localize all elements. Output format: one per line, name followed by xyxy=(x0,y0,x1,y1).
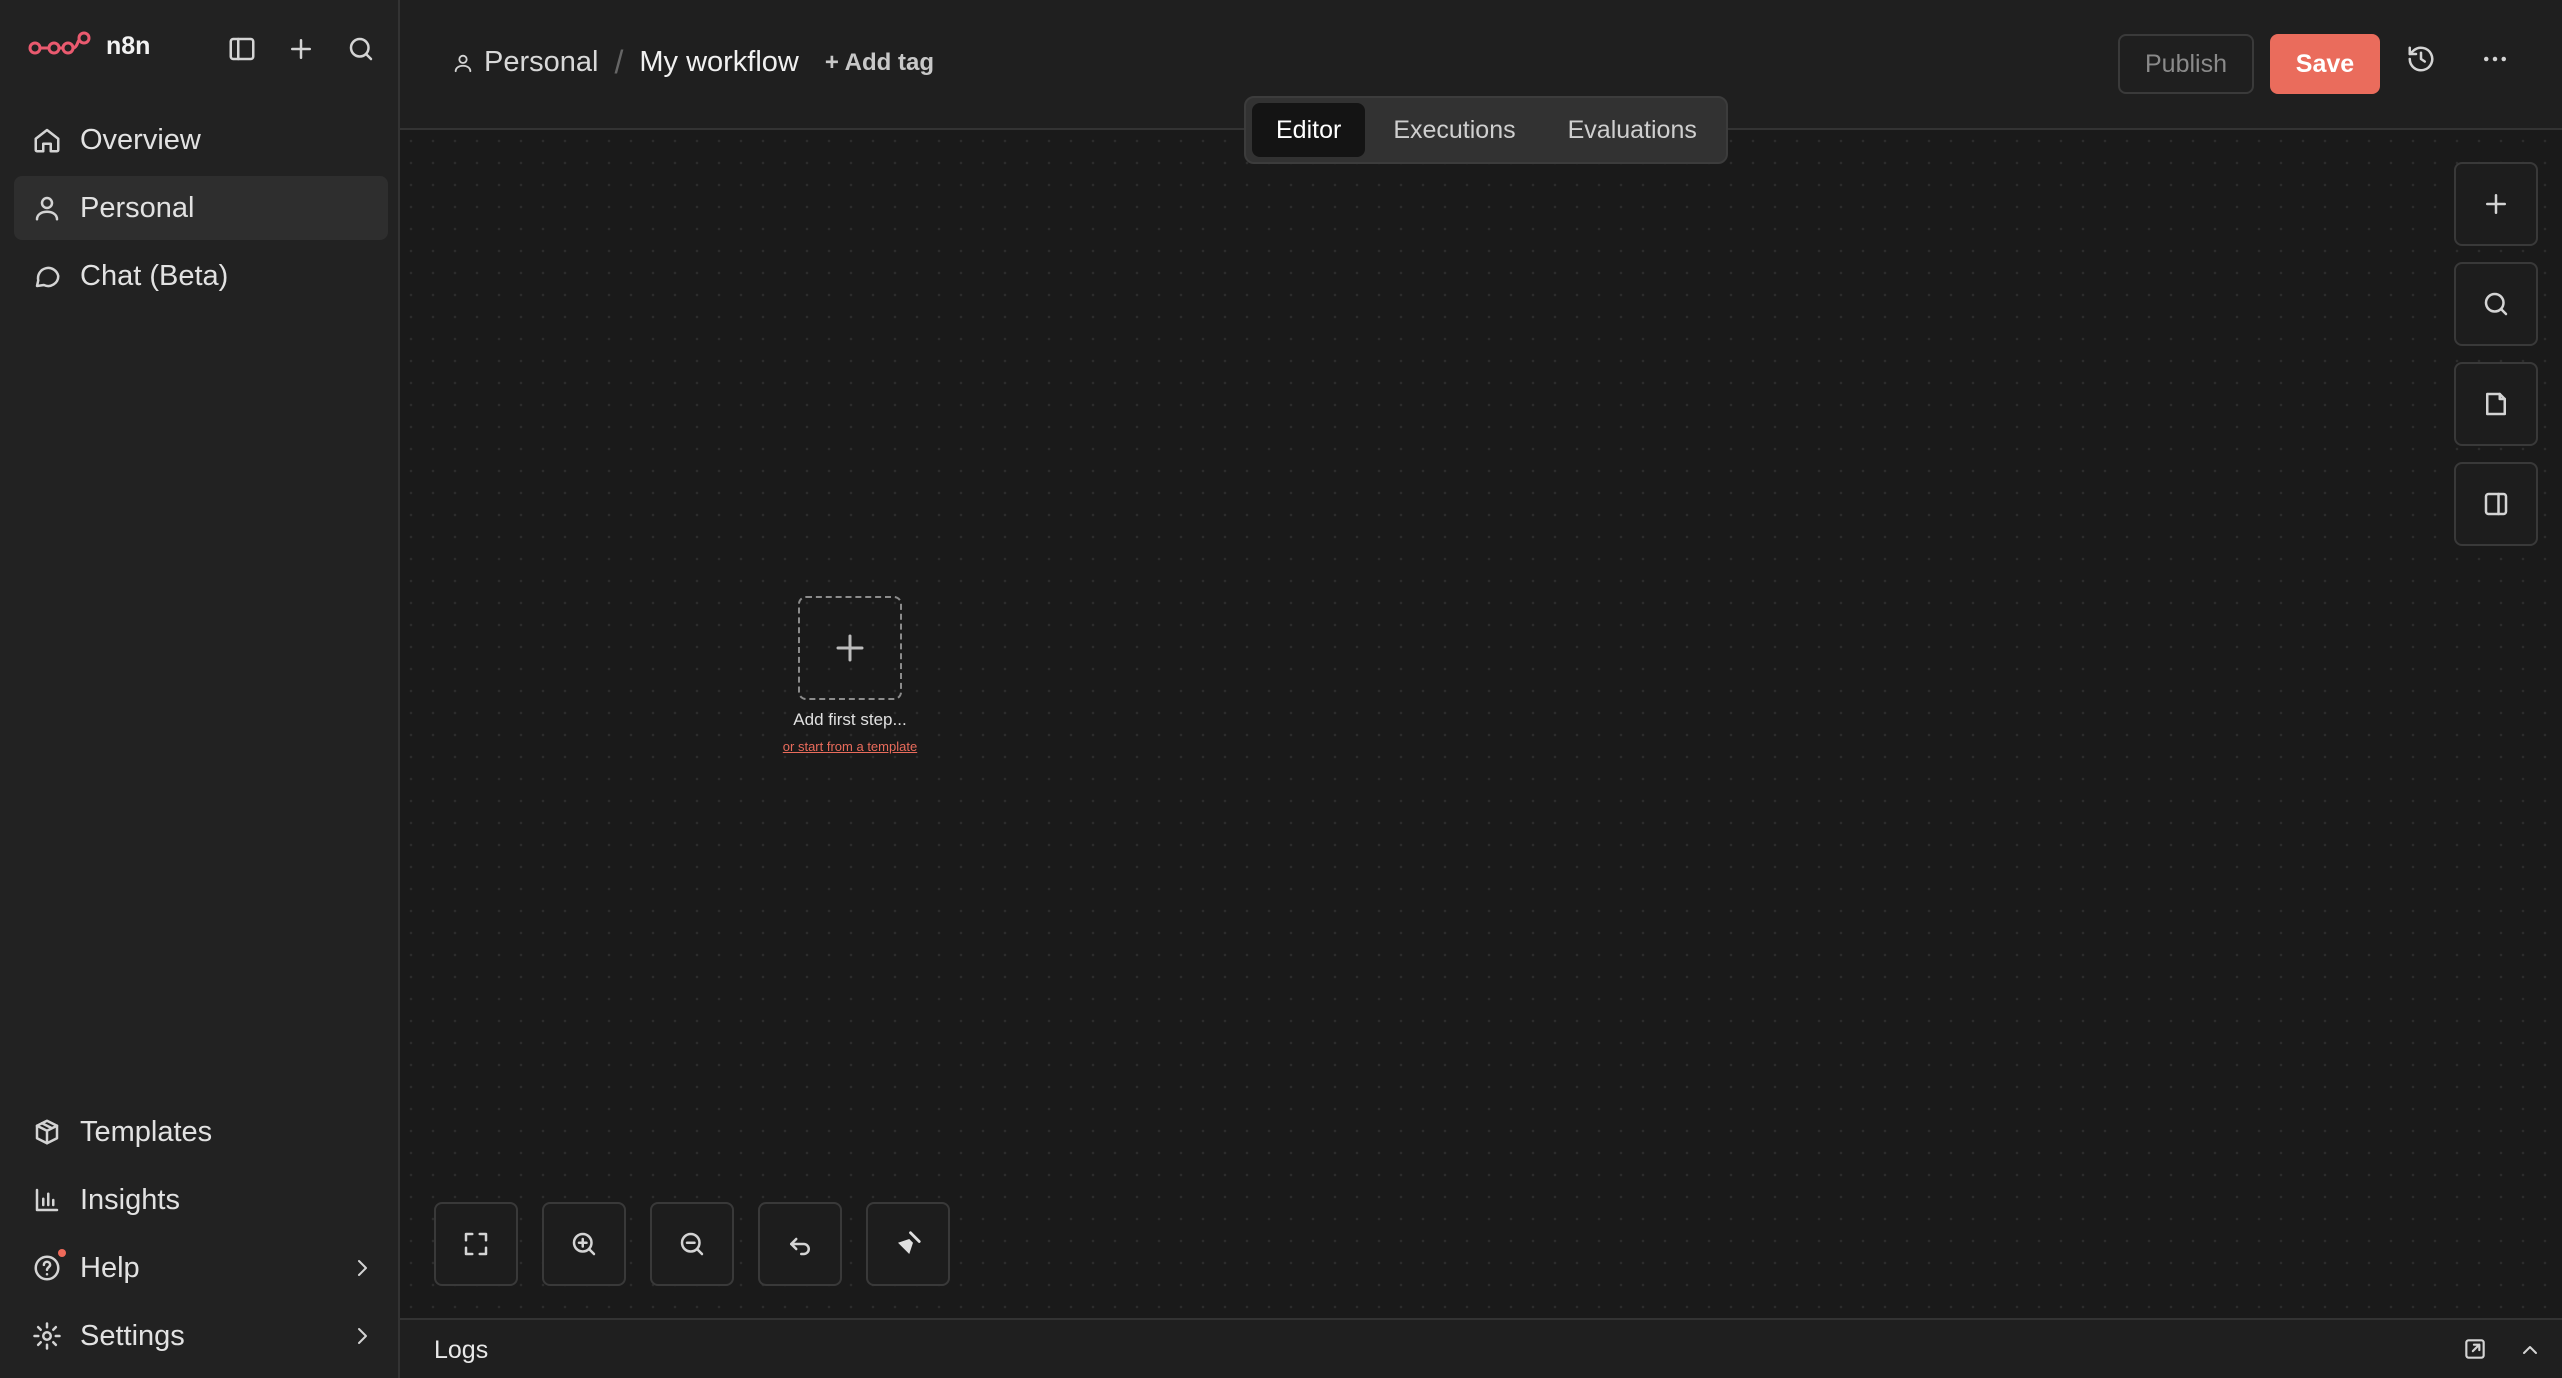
tab-executions[interactable]: Executions xyxy=(1369,103,1539,157)
logs-expand-button[interactable] xyxy=(2518,1338,2542,1362)
workflow-canvas[interactable]: Add first step... or start from a templa… xyxy=(400,130,2562,1318)
tidy-up-button[interactable] xyxy=(866,1202,950,1286)
workflow-name[interactable]: My workflow xyxy=(639,46,799,79)
zoom-in-button[interactable] xyxy=(542,1202,626,1286)
sidebar: n8n Overview Personal Chat (Beta) Templa… xyxy=(0,0,400,1378)
toggle-panel-button[interactable] xyxy=(2454,462,2538,546)
undo-button[interactable] xyxy=(758,1202,842,1286)
help-circle-icon xyxy=(30,1249,66,1285)
chevron-right-icon xyxy=(350,1256,374,1280)
chevron-up-icon xyxy=(2523,1346,2537,1354)
sidebar-item-label: Insights xyxy=(80,1183,180,1216)
plus-icon xyxy=(836,634,864,662)
tab-evaluations[interactable]: Evaluations xyxy=(1544,103,1721,157)
templates-box-icon xyxy=(30,1115,64,1149)
breadcrumb: Personal / My workflow + Add tag xyxy=(452,44,934,81)
sidebar-item-label: Personal xyxy=(80,191,195,224)
undo-icon xyxy=(790,1237,810,1256)
breadcrumb-user-icon xyxy=(452,52,474,74)
zoom-in-icon xyxy=(572,1232,596,1256)
notification-dot xyxy=(58,1249,66,1257)
breadcrumb-separator: / xyxy=(614,44,624,80)
history-icon xyxy=(2408,46,2434,72)
sidebar-item-chat[interactable]: Chat (Beta) xyxy=(14,244,388,308)
add-first-step-label: Add first step... xyxy=(793,710,907,729)
brand-name: n8n xyxy=(106,31,151,60)
gear-icon xyxy=(30,1319,64,1353)
add-first-step-button[interactable] xyxy=(798,596,902,700)
sidebar-item-label: Settings xyxy=(80,1319,185,1352)
plus-icon xyxy=(291,39,311,59)
sidebar-item-personal[interactable]: Personal xyxy=(14,176,388,240)
zoom-out-icon xyxy=(680,1232,704,1256)
broom-icon xyxy=(898,1231,921,1254)
sidebar-item-label: Help xyxy=(80,1251,140,1284)
chevron-right-icon xyxy=(350,1324,374,1348)
search-button[interactable] xyxy=(340,28,382,70)
breadcrumb-project[interactable]: Personal xyxy=(484,46,598,79)
sidebar-item-insights[interactable]: Insights xyxy=(14,1168,388,1232)
logs-bar[interactable]: Logs xyxy=(400,1318,2562,1378)
add-sticky-note-button[interactable] xyxy=(2454,362,2538,446)
sidebar-item-label: Overview xyxy=(80,123,201,156)
sidebar-item-label: Chat (Beta) xyxy=(80,259,229,292)
save-button[interactable]: Save xyxy=(2270,34,2380,94)
toggle-sidebar-button[interactable] xyxy=(221,28,263,70)
search-icon xyxy=(349,37,373,61)
sidebar-item-help[interactable]: Help xyxy=(14,1236,388,1300)
sidebar-item-templates[interactable]: Templates xyxy=(14,1100,388,1164)
open-nodes-panel-button[interactable] xyxy=(2454,162,2538,246)
tab-editor[interactable]: Editor xyxy=(1252,103,1366,157)
sidebar-item-settings[interactable]: Settings xyxy=(14,1304,388,1368)
publish-button[interactable]: Publish xyxy=(2118,34,2254,94)
more-horizontal-icon xyxy=(2484,56,2506,62)
user-icon xyxy=(30,191,64,225)
fit-to-view-icon xyxy=(464,1232,488,1256)
start-from-template-link[interactable]: or start from a template xyxy=(750,739,950,754)
home-icon xyxy=(30,123,64,157)
add-tag-button[interactable]: + Add tag xyxy=(825,49,934,77)
bar-chart-icon xyxy=(30,1183,64,1217)
zoom-out-button[interactable] xyxy=(650,1202,734,1286)
chat-bubble-icon xyxy=(30,259,64,293)
brand[interactable]: n8n xyxy=(28,30,150,62)
logs-label: Logs xyxy=(434,1336,489,1364)
view-tabs: Editor Executions Evaluations xyxy=(1244,96,1728,164)
more-options-button[interactable] xyxy=(2480,44,2510,74)
fit-view-button[interactable] xyxy=(434,1202,518,1286)
n8n-logo-icon xyxy=(28,30,92,62)
sidebar-item-label: Templates xyxy=(80,1115,213,1148)
panel-right-icon xyxy=(2484,492,2508,516)
plus-icon xyxy=(2486,194,2506,214)
logs-popout-button[interactable] xyxy=(2462,1336,2488,1362)
history-button[interactable] xyxy=(2406,44,2436,74)
create-new-button[interactable] xyxy=(280,28,322,70)
sidebar-panel-icon xyxy=(229,37,255,61)
sticky-note-icon xyxy=(2486,392,2506,416)
canvas-search-button[interactable] xyxy=(2454,262,2538,346)
sidebar-item-overview[interactable]: Overview xyxy=(14,108,388,172)
pop-out-icon xyxy=(2465,1339,2485,1359)
search-icon xyxy=(2484,292,2508,316)
